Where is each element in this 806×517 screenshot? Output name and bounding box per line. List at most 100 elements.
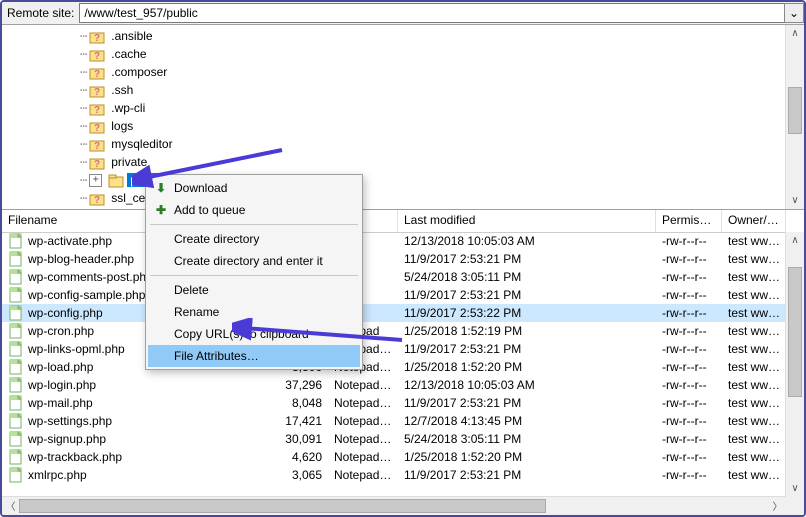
menu-item[interactable]: ⬇ Download	[148, 177, 360, 199]
svg-text:?: ?	[94, 33, 100, 44]
unknown-folder-icon: ?	[89, 102, 105, 115]
menu-item[interactable]: File Attributes…	[148, 345, 360, 367]
file-row[interactable]: wp-blog-header.phpad…11/9/2017 2:53:21 P…	[2, 250, 786, 268]
file-type: Notepad…	[328, 414, 398, 428]
menu-item[interactable]: Delete	[148, 279, 360, 301]
scroll-right-icon[interactable]: 〉	[769, 497, 786, 514]
file-size: 37,296	[268, 378, 328, 392]
scroll-left-icon[interactable]: 〈	[2, 497, 19, 514]
svg-text:?: ?	[94, 51, 100, 62]
menu-item[interactable]: Copy URL(s) to clipboard	[148, 323, 360, 345]
col-permissions[interactable]: Permissi…	[656, 210, 722, 232]
file-modified: 11/9/2017 2:53:21 PM	[398, 396, 656, 410]
file-row[interactable]: wp-mail.php8,048Notepad…11/9/2017 2:53:2…	[2, 394, 786, 412]
menu-label: Rename	[174, 305, 219, 319]
menu-item[interactable]: Create directory and enter it	[148, 250, 360, 272]
file-row[interactable]: wp-comments-post.phad…5/24/2018 3:05:11 …	[2, 268, 786, 286]
scroll-down-icon[interactable]: ∨	[786, 192, 804, 209]
file-row[interactable]: wp-trackback.php4,620Notepad…1/25/2018 1…	[2, 448, 786, 466]
file-permissions: -rw-r--r--	[656, 306, 722, 320]
file-size: 4,620	[268, 450, 328, 464]
file-owner: test ww…	[722, 252, 786, 266]
tree-label: .ssh	[108, 83, 136, 97]
add-queue-icon: ✚	[156, 203, 166, 217]
file-name: wp-settings.php	[28, 414, 112, 428]
file-owner: test ww…	[722, 324, 786, 338]
php-file-icon	[8, 323, 24, 339]
scroll-corner	[786, 497, 804, 515]
scroll-up-icon[interactable]: ∧	[786, 25, 804, 42]
file-row[interactable]: wp-links-opml.php2,422Notepad…11/9/2017 …	[2, 340, 786, 358]
tree-item[interactable]: ⋯?ssl_certi…	[2, 189, 786, 207]
file-modified: 11/9/2017 2:53:21 PM	[398, 252, 656, 266]
menu-label: Create directory	[174, 232, 259, 246]
unknown-folder-icon: ?	[89, 192, 105, 205]
tree-item[interactable]: ⋯?.ansible	[2, 27, 786, 45]
download-icon: ⬇	[156, 181, 166, 195]
unknown-folder-icon: ?	[89, 30, 105, 43]
remote-site-dropdown[interactable]: ⌄	[784, 3, 804, 23]
file-modified: 11/9/2017 2:53:21 PM	[398, 342, 656, 356]
menu-label: Download	[174, 181, 227, 195]
file-owner: test ww…	[722, 468, 786, 482]
unknown-folder-icon: ?	[89, 156, 105, 169]
file-row[interactable]: wp-login.php37,296Notepad…12/13/2018 10:…	[2, 376, 786, 394]
file-permissions: -rw-r--r--	[656, 234, 722, 248]
file-row[interactable]: wp-config-sample.phpad…11/9/2017 2:53:21…	[2, 286, 786, 304]
file-permissions: -rw-r--r--	[656, 396, 722, 410]
file-owner: test ww…	[722, 432, 786, 446]
remote-site-label: Remote site:	[2, 6, 79, 20]
file-row[interactable]: wp-cron.php3,009Notepad1/25/2018 1:52:19…	[2, 322, 786, 340]
php-file-icon	[8, 341, 24, 357]
menu-item[interactable]: Create directory	[148, 228, 360, 250]
file-row[interactable]: wp-load.php3,306Notepad…1/25/2018 1:52:2…	[2, 358, 786, 376]
file-name: wp-trackback.php	[28, 450, 122, 464]
tree-item[interactable]: ⋯?logs	[2, 117, 786, 135]
file-owner: test ww…	[722, 378, 786, 392]
tree-scrollbar[interactable]: ∧ ∨	[785, 25, 804, 209]
file-permissions: -rw-r--r--	[656, 378, 722, 392]
file-vscrollbar[interactable]: ∧ ∨	[785, 232, 804, 497]
file-type: Notepad…	[328, 450, 398, 464]
file-owner: test ww…	[722, 396, 786, 410]
file-type: Notepad…	[328, 378, 398, 392]
remote-site-input[interactable]	[79, 3, 785, 23]
tree-item[interactable]: ⋯+public	[2, 171, 786, 189]
app-window: Remote site: ⌄ ⋯?.ansible⋯?.cache⋯?.comp…	[0, 0, 806, 517]
php-file-icon	[8, 377, 24, 393]
file-permissions: -rw-r--r--	[656, 432, 722, 446]
svg-text:?: ?	[94, 105, 100, 116]
file-owner: test ww…	[722, 414, 786, 428]
tree-item[interactable]: ⋯?private	[2, 153, 786, 171]
tree-label: .composer	[108, 65, 170, 79]
col-modified[interactable]: Last modified	[398, 210, 656, 232]
file-owner: test ww…	[722, 342, 786, 356]
tree-item[interactable]: ⋯?.cache	[2, 45, 786, 63]
file-name: wp-mail.php	[28, 396, 93, 410]
file-row[interactable]: xmlrpc.php3,065Notepad…11/9/2017 2:53:21…	[2, 466, 786, 484]
file-row[interactable]: wp-activate.phpad…12/13/2018 10:05:03 AM…	[2, 232, 786, 250]
column-headers: Filename e Last modified Permissi… Owner…	[2, 210, 804, 233]
file-modified: 11/9/2017 2:53:21 PM	[398, 468, 656, 482]
col-owner[interactable]: Owner/G…	[722, 210, 786, 232]
menu-item[interactable]: ✚Add to queue	[148, 199, 360, 221]
menu-label: Create directory and enter it	[174, 254, 323, 268]
file-row[interactable]: wp-settings.php17,421Notepad…12/7/2018 4…	[2, 412, 786, 430]
file-hscrollbar[interactable]: 〈 〉	[2, 496, 786, 515]
scroll-down-icon[interactable]: ∨	[786, 480, 804, 497]
svg-text:?: ?	[94, 141, 100, 152]
tree-item[interactable]: ⋯?.composer	[2, 63, 786, 81]
file-owner: test ww…	[722, 450, 786, 464]
tree-item[interactable]: ⋯?.wp-cli	[2, 99, 786, 117]
file-name: wp-load.php	[28, 360, 93, 374]
unknown-folder-icon: ?	[89, 48, 105, 61]
tree-item[interactable]: ⋯?.ssh	[2, 81, 786, 99]
file-row[interactable]: wp-config.phpad…11/9/2017 2:53:22 PM-rw-…	[2, 304, 786, 322]
scroll-up-icon[interactable]: ∧	[786, 232, 804, 249]
menu-label: Delete	[174, 283, 209, 297]
file-row[interactable]: wp-signup.php30,091Notepad…5/24/2018 3:0…	[2, 430, 786, 448]
tree-expander[interactable]: +	[89, 174, 102, 187]
tree-item[interactable]: ⋯?mysqleditor	[2, 135, 786, 153]
file-modified: 12/13/2018 10:05:03 AM	[398, 378, 656, 392]
menu-item[interactable]: Rename	[148, 301, 360, 323]
